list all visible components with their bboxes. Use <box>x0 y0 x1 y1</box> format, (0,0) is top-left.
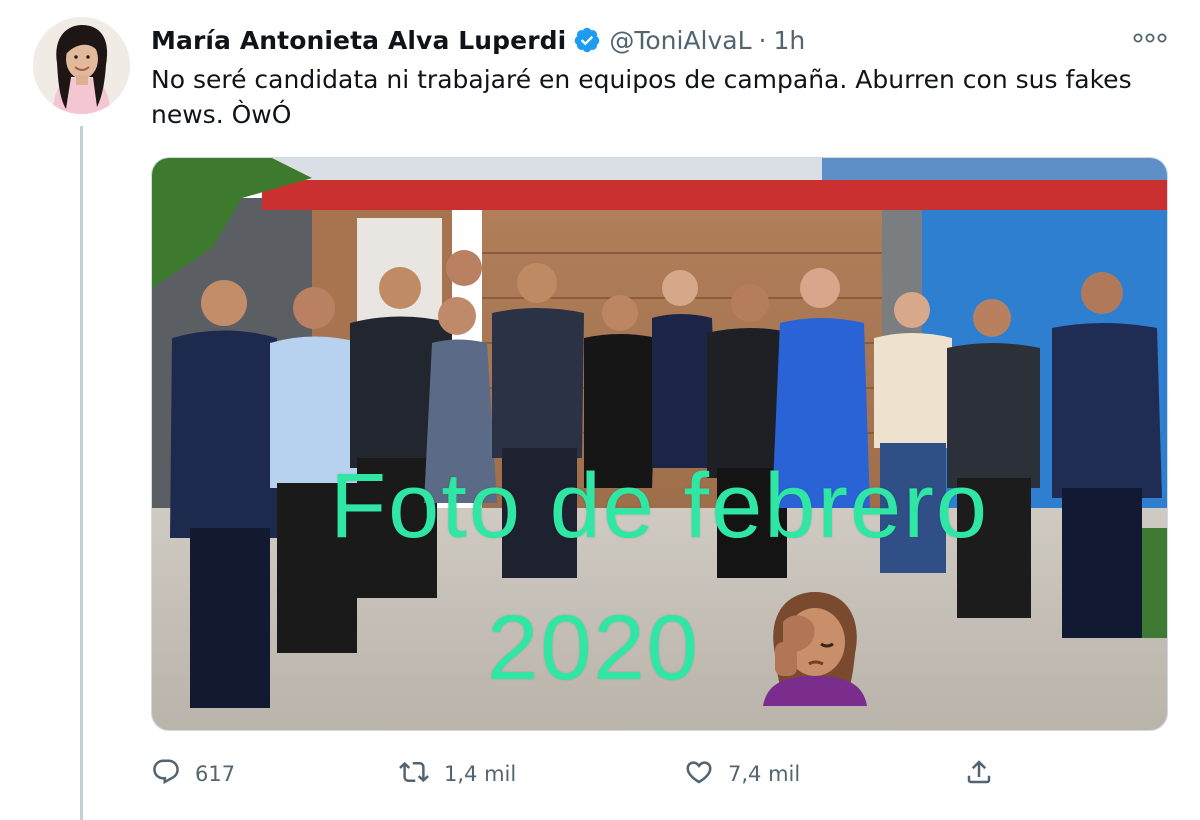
retweet-count: 1,4 mil <box>444 762 517 786</box>
reply-count: 617 <box>195 762 236 786</box>
overlay-text-line2: 2020 <box>487 597 700 699</box>
facepalm-emoji-icon <box>757 584 873 706</box>
user-handle[interactable]: @ToniAlvaL <box>609 26 751 55</box>
tweet-text: No seré candidata ni trabajaré en equipo… <box>151 65 1132 129</box>
overlay-text-line1: Foto de febrero <box>329 455 990 557</box>
thread-line <box>80 126 83 820</box>
timestamp[interactable]: 1h <box>773 26 805 55</box>
separator-dot: · <box>758 25 767 55</box>
reply-icon <box>151 757 181 791</box>
retweet-button[interactable]: 1,4 mil <box>398 752 516 796</box>
tweet-actions: 617 1,4 mil 7,4 mil <box>151 752 1151 796</box>
reply-button[interactable]: 617 <box>151 752 235 796</box>
share-icon <box>964 757 994 791</box>
retweet-icon <box>398 757 430 791</box>
heart-icon <box>684 757 714 791</box>
display-name[interactable]: María Antonieta Alva Luperdi <box>151 26 566 55</box>
tweet[interactable]: María Antonieta Alva Luperdi @ToniAlvaL … <box>0 0 1200 820</box>
tweet-media-photo[interactable]: Foto de febrero 2020 <box>151 157 1168 731</box>
avatar-photo <box>33 17 130 114</box>
share-button[interactable] <box>964 752 994 796</box>
more-horizontal-icon[interactable] <box>1128 24 1172 52</box>
avatar[interactable] <box>33 17 130 114</box>
like-count: 7,4 mil <box>728 762 801 786</box>
tweet-header: María Antonieta Alva Luperdi @ToniAlvaL … <box>151 20 805 60</box>
like-button[interactable]: 7,4 mil <box>684 752 800 796</box>
verified-badge-icon <box>573 26 601 54</box>
